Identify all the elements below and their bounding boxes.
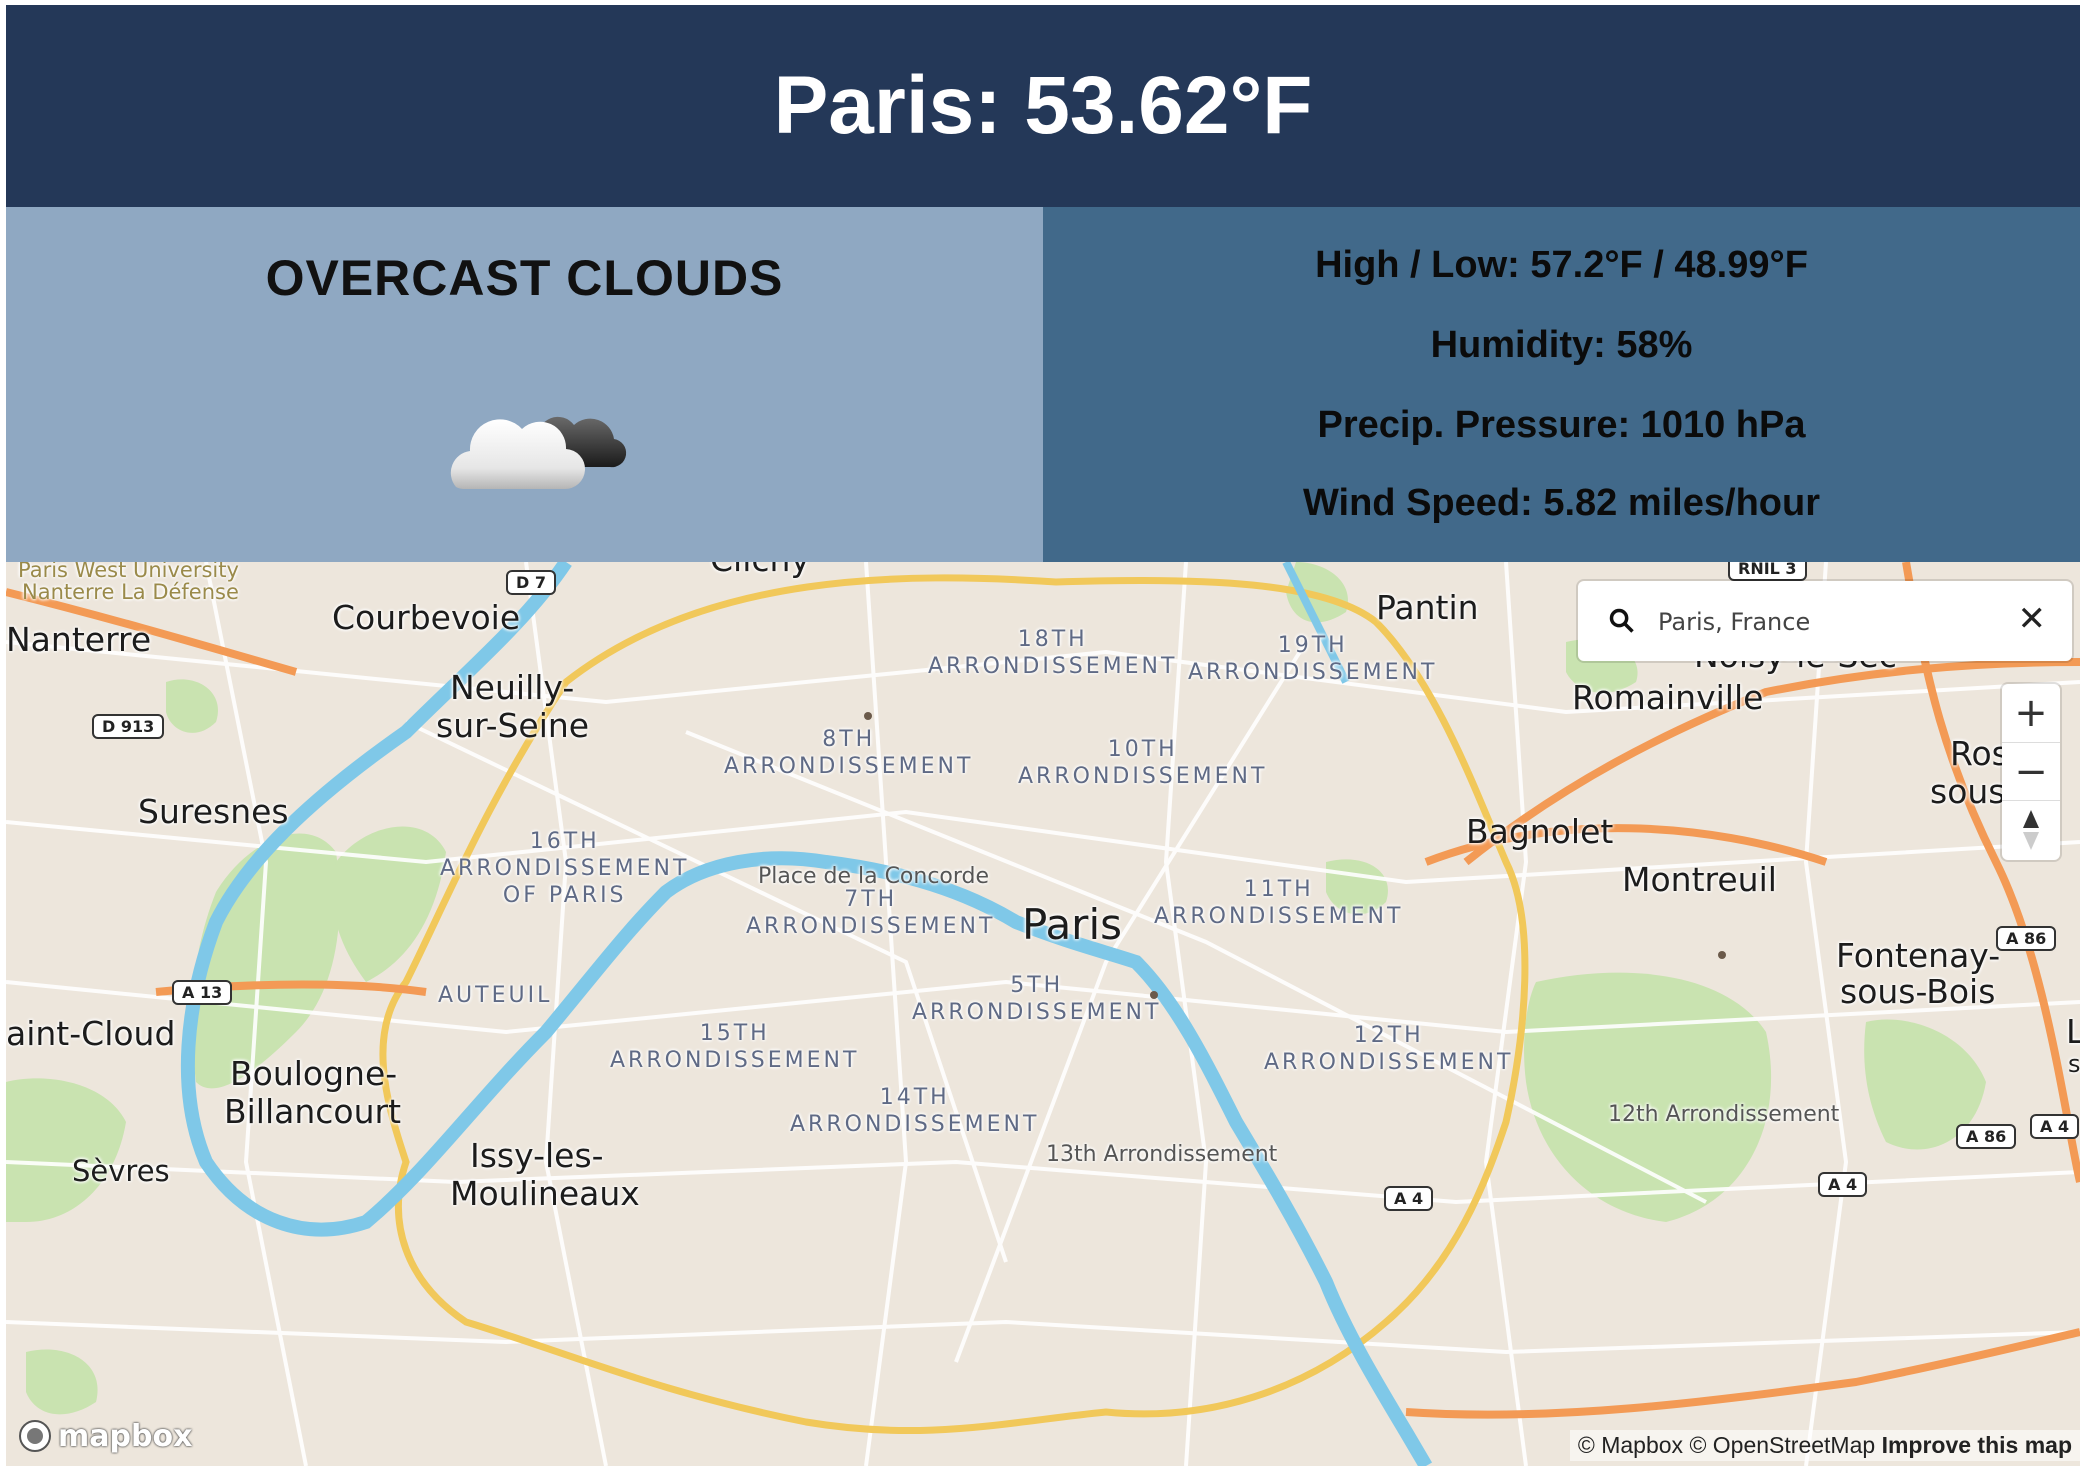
shield-a86-2: A 86: [1956, 1124, 2017, 1149]
shield-a4-2: A 4: [1818, 1172, 1868, 1197]
place-fontenay-2: sous-Bois: [1840, 972, 1996, 1011]
humidity-stat: Humidity: 58%: [1430, 324, 1693, 366]
place-neuilly-1: Neuilly-: [450, 668, 575, 707]
place-sevres: Sèvres: [72, 1154, 170, 1188]
overcast-clouds-icon: [442, 377, 642, 512]
pressure-stat: Precip. Pressure: 1010 hPa: [1317, 404, 1806, 446]
place-issy-2: Moulineaux: [450, 1174, 640, 1213]
arr-14: 14TH ARRONDISSEMENT: [790, 1085, 1040, 1137]
mapbox-logo[interactable]: mapbox: [16, 1417, 192, 1455]
shield-a4-3: A 4: [1384, 1186, 1434, 1211]
poi-defense-2: Nanterre La Défense: [22, 580, 239, 604]
arr-18: 18TH ARRONDISSEMENT: [928, 627, 1178, 679]
conditions-panel: OVERCAST CLOUDS: [6, 207, 1043, 562]
poi-12th-marker: [1718, 951, 1726, 959]
arr-10: 10TH ARRONDISSEMENT: [1018, 737, 1268, 789]
city-temperature-title: Paris: 53.62°F: [773, 60, 1313, 151]
arr-8: 8TH ARRONDISSEMENT: [724, 727, 974, 779]
poi-13th-marker: [1150, 991, 1158, 999]
weather-stats-panel: High / Low: 57.2°F / 48.99°F Humidity: 5…: [1043, 207, 2080, 562]
wind-speed-stat: Wind Speed: 5.82 miles/hour: [1303, 482, 1820, 524]
high-low-stat: High / Low: 57.2°F / 48.99°F: [1315, 244, 1808, 286]
place-pantin: Pantin: [1376, 588, 1479, 627]
poi-place-de-la-concorde: Place de la Concorde: [758, 864, 990, 889]
zoom-out-button[interactable]: −: [2002, 742, 2060, 801]
arr-16: 16TH ARRONDISSEMENT OF PARIS: [440, 829, 690, 908]
place-montreuil: Montreuil: [1622, 860, 1777, 899]
place-fontenay-1: Fontenay-: [1836, 936, 2001, 975]
arr-7: 7TH ARRONDISSEMENT: [746, 887, 996, 939]
place-neuilly-2: sur-Seine: [436, 706, 590, 745]
attribution-mapbox-link[interactable]: © Mapbox: [1578, 1432, 1683, 1458]
place-romainville: Romainville: [1572, 678, 1764, 717]
poi-defense-1: Paris West University: [18, 562, 239, 582]
arr-12: 12TH ARRONDISSEMENT: [1264, 1023, 1514, 1075]
place-boulogne-1: Boulogne-: [230, 1054, 398, 1093]
mapbox-logo-icon: [19, 1420, 51, 1452]
poi-13th-arrondissement: 13th Arrondissement: [1046, 1142, 1278, 1167]
arr-auteuil: AUTEUIL: [438, 983, 553, 1008]
search-icon: [1608, 607, 1636, 640]
place-edge-l: L: [2066, 1012, 2080, 1051]
arr-15: 15TH ARRONDISSEMENT: [610, 1021, 860, 1073]
shield-a86-1: A 86: [1996, 926, 2057, 951]
arr-5: 5TH ARRONDISSEMENT: [912, 973, 1162, 1025]
compass-icon[interactable]: [2002, 800, 2060, 859]
map-search-input[interactable]: [1656, 599, 2000, 645]
close-icon[interactable]: ✕: [2018, 599, 2047, 639]
place-saint-cloud: aint-Cloud: [6, 1014, 176, 1053]
place-courbevoie: Courbevoie: [332, 598, 521, 637]
map-search-box[interactable]: ✕: [1578, 581, 2072, 661]
poi-12th-arrondissement: 12th Arrondissement: [1608, 1102, 1840, 1127]
place-rosny-1: Ros: [1950, 734, 2009, 773]
improve-map-link[interactable]: Improve this map: [1882, 1432, 2072, 1458]
weather-description: OVERCAST CLOUDS: [265, 250, 784, 306]
place-issy-1: Issy-les-: [470, 1136, 604, 1175]
place-boulogne-2: Billancourt: [224, 1092, 402, 1131]
place-paris: Paris: [1022, 900, 1122, 949]
map-attribution: © Mapbox © OpenStreetMap Improve this ma…: [1569, 1430, 2080, 1461]
shield-a4-1: A 4: [2030, 1114, 2080, 1139]
shield-d7: D 7: [506, 570, 556, 595]
map-navigation-control: + −: [2002, 684, 2060, 860]
arr-19: 19TH ARRONDISSEMENT: [1188, 633, 1438, 685]
shield-a13: A 13: [172, 980, 233, 1005]
attribution-osm-link[interactable]: © OpenStreetMap: [1689, 1432, 1875, 1458]
map-view[interactable]: Nanterre Courbevoie Neuilly- sur-Seine S…: [6, 562, 2080, 1466]
shield-rnil3: RNIL 3: [1728, 562, 1807, 581]
place-clichy: Clichy: [710, 562, 810, 579]
page-header: Paris: 53.62°F: [6, 5, 2080, 207]
place-bagnolet: Bagnolet: [1466, 812, 1614, 851]
mapbox-logo-text: mapbox: [58, 1418, 193, 1454]
poi-concorde-marker: [864, 712, 872, 720]
place-edge-s: s: [2068, 1050, 2080, 1078]
zoom-in-button[interactable]: +: [2002, 684, 2060, 742]
place-nanterre: Nanterre: [6, 620, 152, 659]
arr-11: 11TH ARRONDISSEMENT: [1154, 877, 1404, 929]
place-suresnes: Suresnes: [138, 792, 289, 831]
shield-d913: D 913: [92, 714, 165, 739]
